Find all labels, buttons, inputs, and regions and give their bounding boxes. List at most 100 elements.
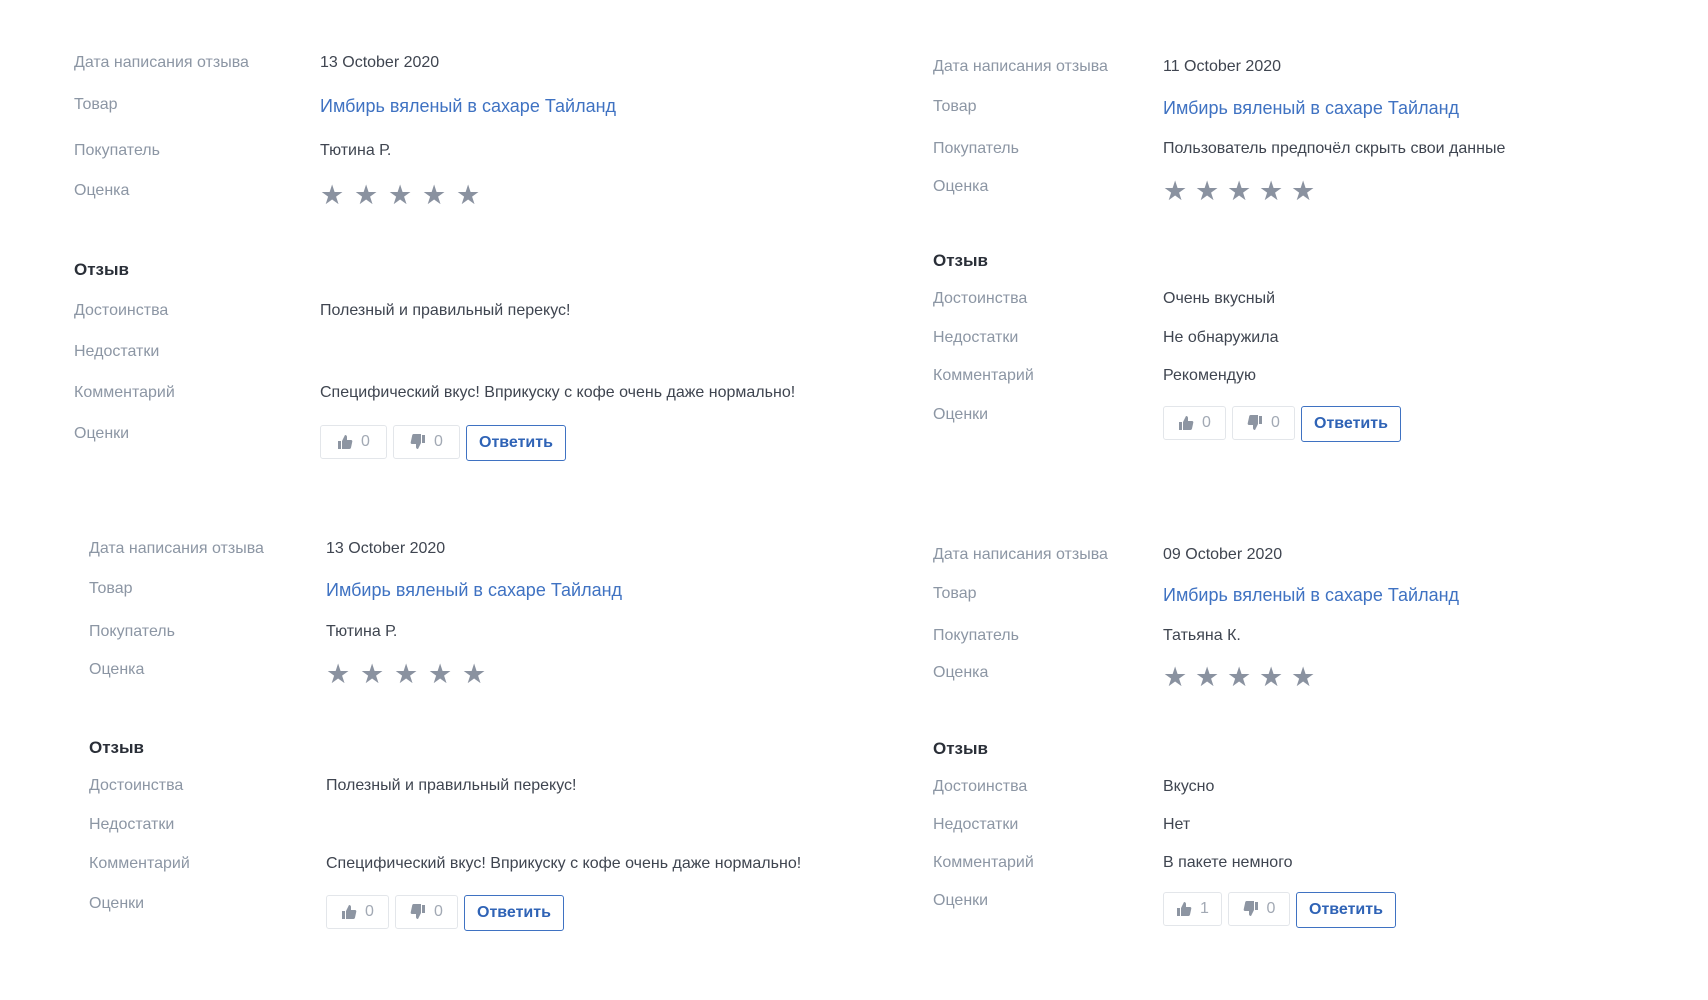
product-label: Товар xyxy=(74,96,118,113)
like-count: 0 xyxy=(1202,414,1211,431)
star-icon: ★ xyxy=(1163,662,1188,692)
star-icon: ★ xyxy=(354,180,379,210)
cons-label: Недостатки xyxy=(933,329,1019,346)
star-icon: ★ xyxy=(1291,176,1316,206)
pros-text: Вкусно xyxy=(1163,778,1215,795)
dislike-count: 0 xyxy=(1271,414,1280,431)
star-icon: ★ xyxy=(1195,662,1220,692)
rating-label: Оценка xyxy=(89,661,145,678)
product-link[interactable]: Имбирь вяленый в сахаре Тайланд xyxy=(320,96,616,117)
like-button[interactable]: 0 xyxy=(1163,406,1226,440)
dislike-count: 0 xyxy=(434,433,443,450)
buyer-label: Покупатель xyxy=(89,623,175,640)
star-icon: ★ xyxy=(462,659,487,689)
pros-label: Достоинства xyxy=(74,302,169,319)
product-label: Товар xyxy=(933,98,977,115)
review-section-title: Отзыв xyxy=(933,739,988,758)
pros-text: Полезный и правильный перекус! xyxy=(326,777,577,794)
cons-label: Недостатки xyxy=(933,816,1019,833)
vote-actions: 0 0 Ответить xyxy=(326,895,564,931)
product-link[interactable]: Имбирь вяленый в сахаре Тайланд xyxy=(1163,585,1459,606)
star-icon: ★ xyxy=(1259,176,1284,206)
star-icon: ★ xyxy=(320,180,345,210)
star-icon: ★ xyxy=(456,180,481,210)
star-icon: ★ xyxy=(1291,662,1316,692)
like-count: 0 xyxy=(361,433,370,450)
star-icon: ★ xyxy=(1195,176,1220,206)
buyer-name: Татьяна К. xyxy=(1163,627,1241,644)
star-icon: ★ xyxy=(422,180,447,210)
star-icon: ★ xyxy=(394,659,419,689)
rating-stars: ★ ★ ★ ★ ★ xyxy=(326,661,496,688)
dislike-button[interactable]: 0 xyxy=(393,425,460,459)
comment-label: Комментарий xyxy=(933,367,1034,384)
star-icon: ★ xyxy=(1227,662,1252,692)
product-link[interactable]: Имбирь вяленый в сахаре Тайланд xyxy=(1163,98,1459,119)
reply-button[interactable]: Ответить xyxy=(466,425,566,461)
thumbs-up-icon xyxy=(1177,902,1192,916)
star-icon: ★ xyxy=(388,180,413,210)
vote-actions: 0 0 Ответить xyxy=(320,425,566,461)
product-label: Товар xyxy=(89,580,133,597)
review-section-title: Отзыв xyxy=(74,260,129,279)
rating-stars: ★ ★ ★ ★ ★ xyxy=(1163,178,1323,205)
like-count: 0 xyxy=(365,903,374,920)
comment-text: В пакете немного xyxy=(1163,854,1293,871)
star-icon: ★ xyxy=(1163,176,1188,206)
rating-label: Оценка xyxy=(933,664,989,681)
comment-label: Комментарий xyxy=(89,855,190,872)
votes-label: Оценки xyxy=(933,406,989,423)
date-label: Дата написания отзыва xyxy=(89,540,264,557)
date-label: Дата написания отзыва xyxy=(74,54,249,71)
thumbs-up-icon xyxy=(342,905,357,919)
review-date: 13 October 2020 xyxy=(320,54,440,71)
rating-stars: ★ ★ ★ ★ ★ xyxy=(320,182,490,209)
product-label: Товар xyxy=(933,585,977,602)
reply-button[interactable]: Ответить xyxy=(464,895,564,931)
buyer-label: Покупатель xyxy=(933,627,1019,644)
cons-text: Не обнаружила xyxy=(1163,329,1279,346)
buyer-name: Пользователь предпочёл скрыть свои данны… xyxy=(1163,140,1506,157)
pros-label: Достоинства xyxy=(933,778,1028,795)
dislike-count: 0 xyxy=(1266,900,1276,917)
dislike-count: 0 xyxy=(434,903,443,920)
star-icon: ★ xyxy=(428,659,453,689)
comment-text: Рекомендую xyxy=(1163,367,1257,384)
star-icon: ★ xyxy=(1227,176,1252,206)
reply-button[interactable]: Ответить xyxy=(1301,406,1401,442)
dislike-button[interactable]: 0 xyxy=(1228,892,1290,926)
cons-label: Недостатки xyxy=(89,816,175,833)
rating-label: Оценка xyxy=(74,182,130,199)
product-link[interactable]: Имбирь вяленый в сахаре Тайланд xyxy=(326,580,622,601)
pros-label: Достоинства xyxy=(89,777,184,794)
comment-text: Специфический вкус! Вприкуску с кофе оче… xyxy=(326,855,802,872)
like-button[interactable]: 0 xyxy=(326,895,389,929)
star-icon: ★ xyxy=(360,659,385,689)
dislike-button[interactable]: 0 xyxy=(1232,406,1295,440)
thumbs-up-icon xyxy=(338,435,353,449)
cons-label: Недостатки xyxy=(74,343,160,360)
pros-label: Достоинства xyxy=(933,290,1028,307)
buyer-label: Покупатель xyxy=(933,140,1019,157)
thumbs-down-icon xyxy=(1243,901,1258,916)
votes-label: Оценки xyxy=(89,895,145,912)
dislike-button[interactable]: 0 xyxy=(395,895,458,929)
review-section-title: Отзыв xyxy=(89,738,144,757)
review-date: 11 October 2020 xyxy=(1163,58,1282,75)
thumbs-down-icon xyxy=(410,434,426,449)
votes-label: Оценки xyxy=(74,425,130,442)
buyer-label: Покупатель xyxy=(74,142,160,159)
thumbs-down-icon xyxy=(1247,415,1263,430)
star-icon: ★ xyxy=(326,659,351,689)
cons-text: Нет xyxy=(1163,816,1191,833)
reply-button[interactable]: Ответить xyxy=(1296,892,1396,928)
rating-stars: ★ ★ ★ ★ ★ xyxy=(1163,664,1323,691)
like-button[interactable]: 1 xyxy=(1163,892,1222,926)
like-count: 1 xyxy=(1200,900,1209,917)
review-date: 09 October 2020 xyxy=(1163,546,1283,563)
buyer-name: Тютина Р. xyxy=(320,142,392,159)
vote-actions: 0 0 Ответить xyxy=(1163,406,1401,442)
rating-label: Оценка xyxy=(933,178,989,195)
like-button[interactable]: 0 xyxy=(320,425,387,459)
date-label: Дата написания отзыва xyxy=(933,58,1108,75)
